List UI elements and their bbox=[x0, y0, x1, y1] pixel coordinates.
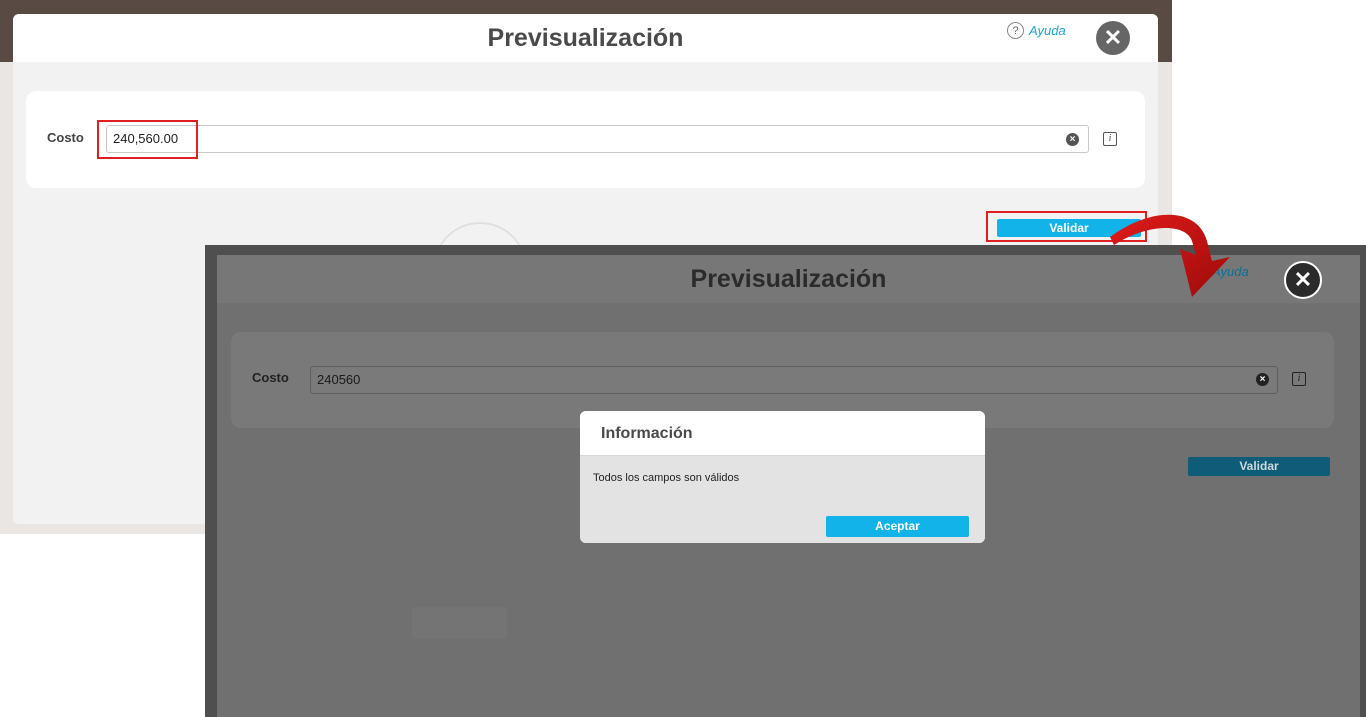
dialog-title: Información bbox=[601, 425, 693, 442]
cost-input[interactable]: 240560 bbox=[310, 366, 1278, 394]
help-label: Ayuda bbox=[1029, 23, 1066, 38]
red-arrow-icon bbox=[1110, 214, 1230, 297]
validate-button[interactable]: Validar bbox=[1188, 457, 1330, 476]
modal-header: Previsualización ? Ayuda ✕ bbox=[13, 14, 1158, 62]
input-highlight-box bbox=[97, 120, 198, 159]
info-icon[interactable]: i bbox=[1103, 132, 1117, 146]
dialog-body: Todos los campos son válidos Aceptar bbox=[580, 456, 985, 543]
modal-title: Previsualización bbox=[487, 24, 684, 52]
cost-input[interactable]: 240,560.00 bbox=[106, 125, 1089, 153]
clear-icon[interactable]: × bbox=[1066, 133, 1079, 146]
cost-label: Costo bbox=[47, 130, 84, 145]
cost-label: Costo bbox=[252, 370, 289, 385]
question-icon: ? bbox=[1007, 22, 1024, 39]
close-icon: ✕ bbox=[1103, 25, 1123, 50]
field-card: Costo 240,560.00 × i bbox=[26, 91, 1145, 188]
dialog-message: Todos los campos son válidos bbox=[593, 472, 740, 484]
dialog-header: Información bbox=[580, 411, 985, 456]
info-icon[interactable]: i bbox=[1292, 372, 1306, 386]
clear-icon[interactable]: × bbox=[1256, 373, 1269, 386]
close-button[interactable]: ✕ bbox=[1096, 21, 1130, 55]
close-button[interactable]: ✕ bbox=[1284, 261, 1322, 299]
info-dialog: Información Todos los campos son válidos… bbox=[580, 411, 985, 543]
background-ghost bbox=[412, 607, 507, 639]
help-link[interactable]: ? Ayuda bbox=[1007, 22, 1066, 39]
accept-button[interactable]: Aceptar bbox=[826, 516, 969, 537]
close-icon: ✕ bbox=[1293, 267, 1313, 292]
